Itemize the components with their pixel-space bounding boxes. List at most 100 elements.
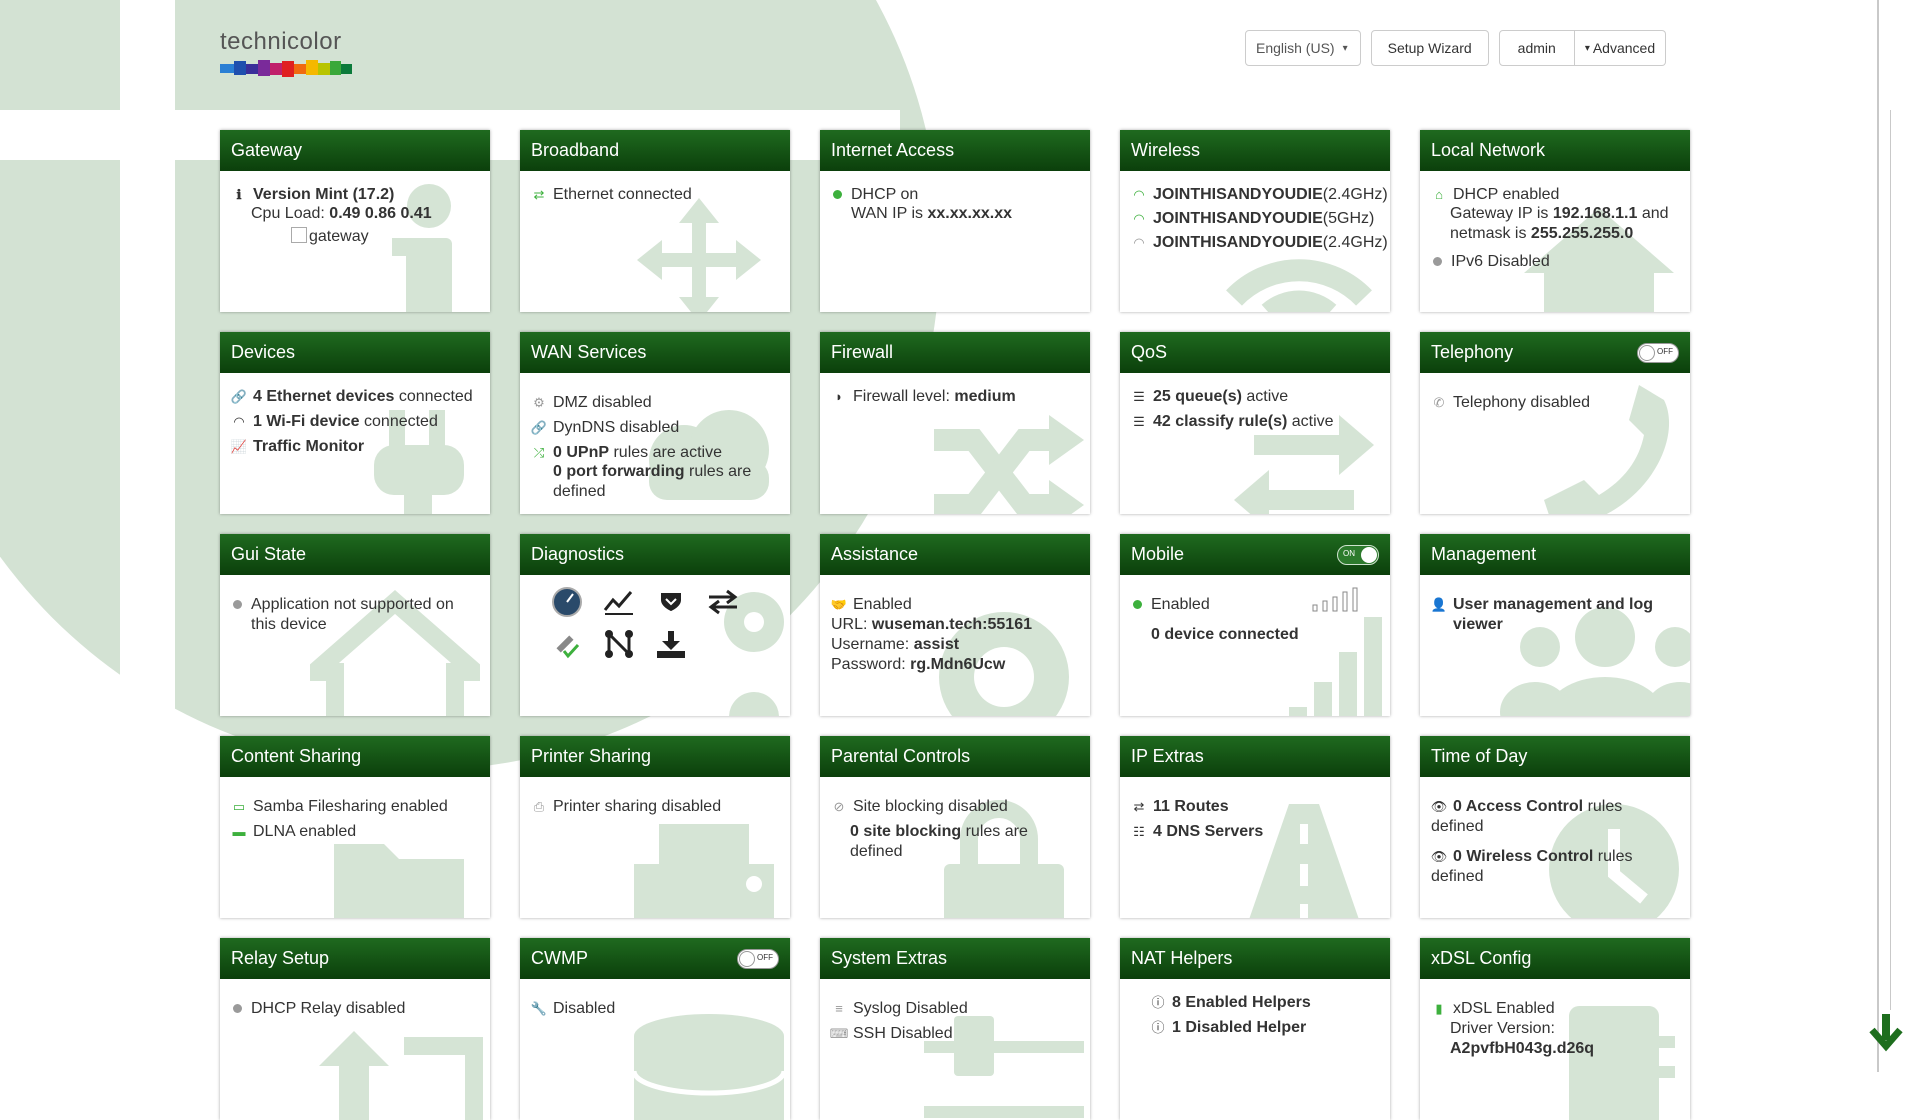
site-blocking-status: Site blocking disabled (853, 798, 1008, 815)
pocket-icon[interactable] (654, 585, 688, 619)
card-header[interactable]: Broadband (520, 130, 790, 171)
download-icon[interactable] (654, 627, 688, 661)
cwmp-toggle[interactable]: OFF (737, 948, 779, 969)
dhcp-status: DHCP on (851, 186, 919, 203)
signal-strength-icon (1312, 587, 1358, 612)
cable-check-icon[interactable] (550, 627, 584, 661)
card-header[interactable]: NAT Helpers (1120, 938, 1390, 979)
card-qos[interactable]: QoS ☰ 25 queue(s) active ☰ 42 classify rul… (1120, 332, 1390, 514)
card-gui-state[interactable]: Gui State Application not supported on t… (220, 534, 490, 716)
card-local-network[interactable]: Local Network ⌂ DHCP enabled Gateway IP i… (1420, 130, 1690, 312)
wireless-control-count: 0 Wireless Control (1453, 848, 1594, 865)
card-title: Telephony (1431, 342, 1514, 362)
card-cwmp[interactable]: CWMP OFF 🔧 Disabled (520, 938, 790, 1120)
card-system-extras[interactable]: System Extras ≡ Syslog Disabled ⌨ SSH Disa… (820, 938, 1090, 1120)
ssid: JOINTHISANDYOUDIE (1153, 186, 1323, 203)
card-assistance[interactable]: Assistance 🤝 Enabled URL: wuseman.tech:55… (820, 534, 1090, 716)
card-header[interactable]: Printer Sharing (520, 736, 790, 777)
caret-down-icon: ▾ (1584, 42, 1590, 54)
advanced-label: Advanced (1592, 40, 1656, 56)
card-broadband[interactable]: Broadband ⇄ Ethernet connected (520, 130, 790, 312)
card-header[interactable]: Diagnostics (520, 534, 790, 575)
speedometer-icon[interactable] (550, 585, 584, 619)
card-firewall[interactable]: Firewall ◗ Firewall level: medium (820, 332, 1090, 514)
card-ip-extras[interactable]: IP Extras ⇄ 11 Routes ☷ 4 DNS Servers (1120, 736, 1390, 918)
card-header[interactable]: Mobile ON (1120, 534, 1390, 575)
card-header[interactable]: Gateway (220, 130, 490, 171)
mobile-toggle[interactable]: ON (1337, 544, 1379, 565)
card-header[interactable]: Firewall (820, 332, 1090, 373)
card-internet-access[interactable]: Internet Access DHCP on WAN IP is xx.xx.… (820, 130, 1090, 312)
card-printer-sharing[interactable]: Printer Sharing ⎙ Printer sharing disable… (520, 736, 790, 918)
card-mobile[interactable]: Mobile ON Enabled 0 device connected (1120, 534, 1390, 716)
card-header[interactable]: Devices (220, 332, 490, 373)
network-icon[interactable] (602, 627, 636, 661)
eth-count[interactable]: 4 Ethernet devices (253, 387, 394, 407)
wifi-icon: ◠ (1133, 235, 1145, 250)
samba-status: Samba Filesharing enabled (253, 798, 448, 815)
password-value: rg.Mdn6Ucw (910, 656, 1006, 673)
card-header[interactable]: Time of Day (1420, 736, 1690, 777)
card-header[interactable]: Parental Controls (820, 736, 1090, 777)
card-telephony[interactable]: Telephony OFF ✆ Telephony disabled (1420, 332, 1690, 514)
card-gateway[interactable]: Gateway ℹ Version Mint (17.2) Cpu Load: 0… (220, 130, 490, 312)
wifi-count[interactable]: 1 Wi-Fi device (253, 412, 360, 432)
exchange-icon[interactable] (706, 585, 740, 619)
card-management[interactable]: Management 👤 User management and log view… (1420, 534, 1690, 716)
card-header[interactable]: Wireless (1120, 130, 1390, 171)
card-header[interactable]: Management (1420, 534, 1690, 575)
diagnostics-icons (550, 585, 790, 661)
card-title: QoS (1131, 342, 1168, 362)
telephony-status: Telephony disabled (1453, 394, 1590, 411)
disabled-helpers: 1 Disabled Helper (1172, 1019, 1307, 1036)
upnp-rest: rules are active (613, 444, 722, 461)
card-title: Printer Sharing (531, 746, 652, 766)
line-chart-icon[interactable] (602, 585, 636, 619)
card-diagnostics[interactable]: Diagnostics (520, 534, 790, 716)
setup-wizard-button[interactable]: Setup Wizard (1370, 30, 1489, 66)
telephony-toggle[interactable]: OFF (1637, 342, 1679, 363)
broken-image-icon (291, 227, 307, 243)
card-header[interactable]: IP Extras (1120, 736, 1390, 777)
card-header[interactable]: Telephony OFF (1420, 332, 1690, 373)
card-title: Relay Setup (231, 948, 330, 968)
card-header[interactable]: QoS (1120, 332, 1390, 373)
align-left-icon: ≡ (835, 1001, 843, 1016)
toggle-label: OFF (757, 952, 773, 962)
card-header[interactable]: Assistance (820, 534, 1090, 575)
card-devices[interactable]: Devices 🔗 4 Ethernet devices connected ◠ 1… (220, 332, 490, 514)
card-header[interactable]: Relay Setup (220, 938, 490, 979)
card-header[interactable]: System Extras (820, 938, 1090, 979)
card-wireless[interactable]: Wireless ◠ JOINTHISANDYOUDIE (2.4GHz) ◠ JOI… (1120, 130, 1390, 312)
card-header[interactable]: WAN Services (520, 332, 790, 373)
wifi-icon: ◠ (1133, 187, 1145, 202)
gui-status: Application not supported on this device (251, 596, 454, 633)
user-management-link[interactable]: User management and log viewer (1453, 595, 1679, 635)
card-nat-helpers[interactable]: NAT Helpers ⓘ 8 Enabled Helpers ⓘ 1 Disabl… (1120, 938, 1390, 1120)
card-header[interactable]: xDSL Config (1420, 938, 1690, 979)
user-button[interactable]: admin (1498, 30, 1575, 66)
card-parental-controls[interactable]: Parental Controls ⊘ Site blocking disable… (820, 736, 1090, 918)
card-content-sharing[interactable]: Content Sharing ▭ Samba Filesharing enabl… (220, 736, 490, 918)
card-header[interactable]: Content Sharing (220, 736, 490, 777)
advanced-dropdown[interactable]: ▾ Advanced (1574, 30, 1667, 66)
wrench-icon: 🔧 (530, 1001, 548, 1016)
card-wan-services[interactable]: WAN Services ⚙ DMZ disabled 🔗 DynDNS disab… (520, 332, 790, 514)
traffic-monitor-link[interactable]: Traffic Monitor (253, 437, 364, 457)
toggle-label: ON (1343, 548, 1355, 558)
ssid: JOINTHISANDYOUDIE (1153, 210, 1323, 227)
status-dot (1433, 257, 1442, 266)
card-header[interactable]: CWMP OFF (520, 938, 790, 979)
card-header[interactable]: Gui State (220, 534, 490, 575)
card-header[interactable]: Local Network (1420, 130, 1690, 171)
scrollbar-track[interactable] (1890, 110, 1891, 1010)
driver-value: A2pvfbH043g.d26q (1450, 1040, 1595, 1057)
card-time-of-day[interactable]: Time of Day 👁 0 Access Control rules defi… (1420, 736, 1690, 918)
card-header[interactable]: Internet Access (820, 130, 1090, 171)
card-relay-setup[interactable]: Relay Setup DHCP Relay disabled (220, 938, 490, 1120)
card-xdsl-config[interactable]: xDSL Config ▮ xDSL Enabled Driver Version… (1420, 938, 1690, 1120)
classify-rest: active (1291, 413, 1334, 430)
random-icon: ⤮ (533, 445, 545, 460)
scroll-down-icon[interactable] (1868, 1012, 1904, 1052)
language-select[interactable]: English (US) ▾ (1245, 30, 1361, 66)
